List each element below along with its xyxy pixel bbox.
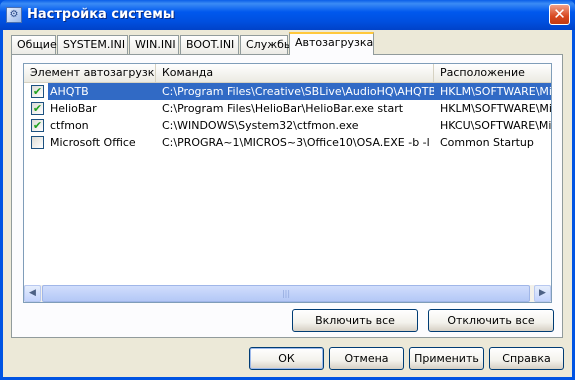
startup-tab-panel: Элемент автозагрузки Команда Расположени… [11, 54, 563, 338]
cancel-button[interactable]: Отмена [329, 347, 404, 370]
item-location: Common Startup [440, 136, 534, 149]
help-button[interactable]: Справка [489, 347, 564, 370]
checkbox-checked[interactable]: ✔ [31, 102, 44, 115]
tab-general[interactable]: Общие [11, 35, 57, 54]
item-command: C:\PROGRA~1\MICROS~3\Office10\OSA.EXE -b… [162, 136, 430, 149]
list-item[interactable]: ✔ ctfmon C:\WINDOWS\System32\ctfmon.exe … [24, 117, 551, 134]
ok-button[interactable]: ОК [249, 347, 324, 370]
scroll-thumb[interactable]: ||| [42, 285, 530, 302]
item-command: C:\Program Files\Creative\SBLive\AudioHQ… [156, 83, 434, 100]
scroll-right-icon[interactable]: ▶ [534, 285, 551, 302]
tab-system-ini[interactable]: SYSTEM.INI [57, 35, 128, 54]
tab-services[interactable]: Службы [240, 35, 293, 54]
disable-all-button[interactable]: Отключить все [428, 309, 554, 332]
enable-all-button[interactable]: Включить все [292, 309, 418, 332]
horizontal-scrollbar[interactable]: ◀ ||| ▶ [24, 285, 551, 302]
item-name: HelioBar [50, 102, 97, 115]
close-button[interactable]: ✕ [549, 4, 570, 25]
tab-boot-ini[interactable]: BOOT.INI [180, 35, 239, 54]
tab-startup[interactable]: Автозагрузка [289, 32, 374, 55]
list-item[interactable]: ✔ AHQTB C:\Program Files\Creative\SBLive… [24, 83, 551, 100]
apply-button[interactable]: Применить [409, 347, 484, 370]
dialog-client: Общие SYSTEM.INI WIN.INI BOOT.INI Службы… [3, 30, 572, 377]
item-location: HKLM\SOFTWARE\Microsoft\Windows\CurrentV… [434, 83, 551, 100]
window-title: Настройка системы [27, 7, 175, 22]
list-header: Элемент автозагрузки Команда Расположени… [24, 64, 551, 83]
title-bar[interactable]: ⚙ Настройка системы ✕ [0, 0, 575, 30]
item-command: C:\Program Files\HelioBar\HelioBar.exe s… [162, 102, 404, 115]
item-command: C:\WINDOWS\System32\ctfmon.exe [162, 119, 359, 132]
list-item[interactable]: ✔ HelioBar C:\Program Files\HelioBar\Hel… [24, 100, 551, 117]
startup-list[interactable]: Элемент автозагрузки Команда Расположени… [23, 63, 552, 303]
item-location: HKCU\SOFTWARE\Microsoft\Windows\CurrentV… [440, 119, 551, 132]
checkbox-checked[interactable]: ✔ [31, 119, 44, 132]
item-location: HKLM\SOFTWARE\Microsoft\Windows\CurrentV… [440, 102, 551, 115]
list-item[interactable]: Microsoft Office C:\PROGRA~1\MICROS~3\Of… [24, 134, 551, 151]
column-header-item[interactable]: Элемент автозагрузки [24, 64, 156, 82]
app-icon: ⚙ [6, 7, 22, 23]
tab-win-ini[interactable]: WIN.INI [129, 35, 179, 54]
column-header-command[interactable]: Команда [156, 64, 434, 82]
item-name: AHQTB [48, 83, 158, 100]
column-header-location[interactable]: Расположение [434, 64, 551, 82]
checkbox-checked[interactable]: ✔ [31, 85, 44, 98]
scroll-left-icon[interactable]: ◀ [24, 285, 41, 302]
checkbox-unchecked[interactable] [31, 136, 44, 149]
item-name: ctfmon [50, 119, 89, 132]
dialog-window: ⚙ Настройка системы ✕ Общие SYSTEM.INI W… [0, 0, 575, 380]
item-name: Microsoft Office [50, 136, 136, 149]
